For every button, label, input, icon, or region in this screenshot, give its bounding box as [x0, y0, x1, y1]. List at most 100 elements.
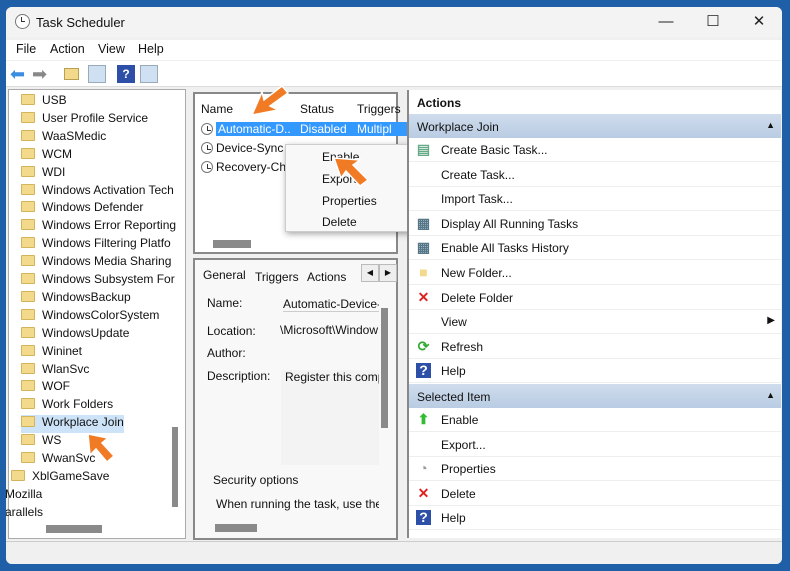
tree-item-label: Windows Activation Tech [42, 182, 174, 197]
show-hide-action-pane-icon[interactable] [140, 65, 158, 83]
enable-arrow-icon: ⬆ [417, 411, 430, 427]
action-item[interactable]: ▤ Create Basic Task... [409, 138, 781, 162]
context-delete[interactable]: Delete [322, 215, 357, 229]
section-selected-item[interactable]: Selected Item ▲ [409, 384, 781, 408]
security-text: When running the task, use the [216, 497, 379, 511]
tree-horizontal-scrollbar[interactable] [46, 525, 102, 533]
details-vertical-scrollbar[interactable] [381, 308, 388, 428]
tree-item[interactable]: WlanSvc [21, 362, 89, 380]
tree-item[interactable]: WDI [21, 165, 65, 183]
collapse-icon[interactable]: ▲ [766, 120, 775, 130]
context-properties[interactable]: Properties [322, 194, 377, 208]
action-item[interactable]: ⬆ Enable [409, 408, 781, 432]
tree-item[interactable]: WS [21, 433, 61, 451]
folder-icon [21, 183, 35, 195]
tab-triggers[interactable]: Triggers [255, 270, 299, 284]
action-item[interactable]: View ▶ [409, 310, 781, 335]
collapse-icon[interactable]: ▲ [766, 390, 775, 400]
tree-item[interactable]: Windows Defender [21, 200, 143, 218]
tree-item-label: WaaSMedic [42, 128, 107, 143]
tree-item[interactable]: Mozilla [6, 487, 42, 505]
tree-item[interactable]: Windows Subsystem For [21, 272, 175, 290]
task-row[interactable]: Recovery-Ch [201, 160, 286, 177]
tree-item[interactable]: Work Folders [21, 397, 113, 415]
folder-icon [21, 165, 35, 177]
tree-item[interactable]: WindowsBackup [21, 290, 131, 308]
action-label: Display All Running Tasks [441, 216, 579, 231]
tree-item[interactable]: Windows Filtering Platfo [21, 236, 171, 254]
task-name: Device-Sync [216, 141, 284, 155]
tab-scroll-right-button[interactable]: ▶ [379, 264, 397, 282]
section-title: Selected Item [417, 390, 491, 404]
section-workplace-join[interactable]: Workplace Join ▲ [409, 114, 781, 138]
help-icon[interactable]: ? [117, 65, 135, 83]
action-item[interactable]: ◔ Properties [409, 457, 781, 482]
column-name[interactable]: Name [201, 102, 233, 116]
context-enable[interactable]: Enable [322, 150, 359, 164]
column-status[interactable]: Status [300, 102, 334, 116]
action-item[interactable]: ■ New Folder... [409, 261, 781, 285]
maximize-button[interactable]: ☐ [693, 11, 733, 33]
tree-item[interactable]: Workplace Join [21, 415, 124, 434]
tree-item-label: Windows Defender [42, 200, 144, 215]
column-triggers[interactable]: Triggers [357, 102, 401, 116]
tab-scroll-left-button[interactable]: ◀ [361, 264, 379, 282]
tree-item[interactable]: WwanSvc [21, 451, 95, 469]
action-item[interactable]: ✕ Delete Folder [409, 286, 781, 310]
author-label: Author: [207, 346, 246, 360]
menu-action[interactable]: Action [50, 42, 85, 56]
help-icon: ? [416, 510, 431, 526]
folder-up-icon[interactable] [64, 68, 79, 80]
action-item[interactable]: ▦ Display All Running Tasks [409, 212, 781, 236]
action-label: Help [441, 364, 466, 379]
task-list-horizontal-scrollbar[interactable] [213, 240, 251, 248]
back-icon[interactable]: ⬅ [10, 65, 28, 83]
tree-item[interactable]: User Profile Service [21, 111, 148, 129]
action-item[interactable]: ⟳ Refresh [409, 335, 781, 359]
tree-item[interactable]: Windows Activation Tech [21, 183, 174, 201]
forward-icon[interactable]: ➡ [32, 65, 50, 83]
title-bar: Task Scheduler — ☐ ✕ [6, 7, 782, 37]
menu-file[interactable]: File [16, 42, 36, 56]
tree-item[interactable]: WaaSMedic [21, 129, 106, 147]
tree-item[interactable]: WCM [21, 147, 72, 165]
tree-item[interactable]: WindowsUpdate [21, 326, 129, 344]
task-row[interactable]: Automatic-D... Disabled Multipl [201, 122, 411, 139]
tab-general[interactable]: General [203, 268, 246, 282]
menu-help[interactable]: Help [138, 42, 164, 56]
show-hide-tree-icon[interactable] [88, 65, 106, 83]
tree-item[interactable]: Windows Media Sharing [21, 254, 171, 272]
action-item[interactable]: ▦ Enable All Tasks History [409, 236, 781, 261]
task-icon [201, 142, 213, 154]
name-field[interactable]: Automatic-Device- [283, 297, 379, 312]
task-row[interactable]: Device-Sync [201, 141, 283, 158]
tree-item[interactable]: Wininet [21, 344, 82, 362]
tab-actions[interactable]: Actions [307, 270, 346, 284]
tree-item[interactable]: WindowsColorSystem [21, 308, 159, 326]
tree-item[interactable]: USB [21, 93, 67, 111]
details-horizontal-scrollbar[interactable] [215, 524, 257, 532]
action-item[interactable]: ✕ Delete [409, 482, 781, 506]
action-item[interactable]: ? Help [409, 506, 781, 531]
security-options-label: Security options [213, 473, 299, 487]
properties-icon: ◔ [419, 460, 428, 477]
action-item[interactable]: Import Task... [409, 187, 781, 212]
tree-item[interactable]: WOF [21, 379, 70, 397]
action-item[interactable]: Create Task... [409, 163, 781, 187]
toolbar: ⬅ ➡ ? [6, 61, 782, 87]
close-button[interactable]: ✕ [739, 11, 779, 33]
tree-item[interactable]: arallels [6, 505, 43, 523]
task-scheduler-icon [15, 14, 30, 29]
action-label: Import Task... [441, 192, 513, 207]
tree-item[interactable]: XblGameSave [11, 469, 109, 487]
minimize-button[interactable]: — [646, 11, 686, 33]
context-export[interactable]: Export... [322, 172, 367, 186]
action-item[interactable]: Export... [409, 433, 781, 457]
description-field[interactable]: Register this comp [281, 370, 379, 465]
tree-vertical-scrollbar[interactable] [172, 427, 178, 507]
tree-item-label: WlanSvc [42, 361, 90, 376]
tree-item[interactable]: Windows Error Reporting [21, 218, 176, 236]
folder-icon [21, 290, 35, 302]
menu-view[interactable]: View [98, 42, 125, 56]
action-item[interactable]: ? Help [409, 359, 781, 384]
